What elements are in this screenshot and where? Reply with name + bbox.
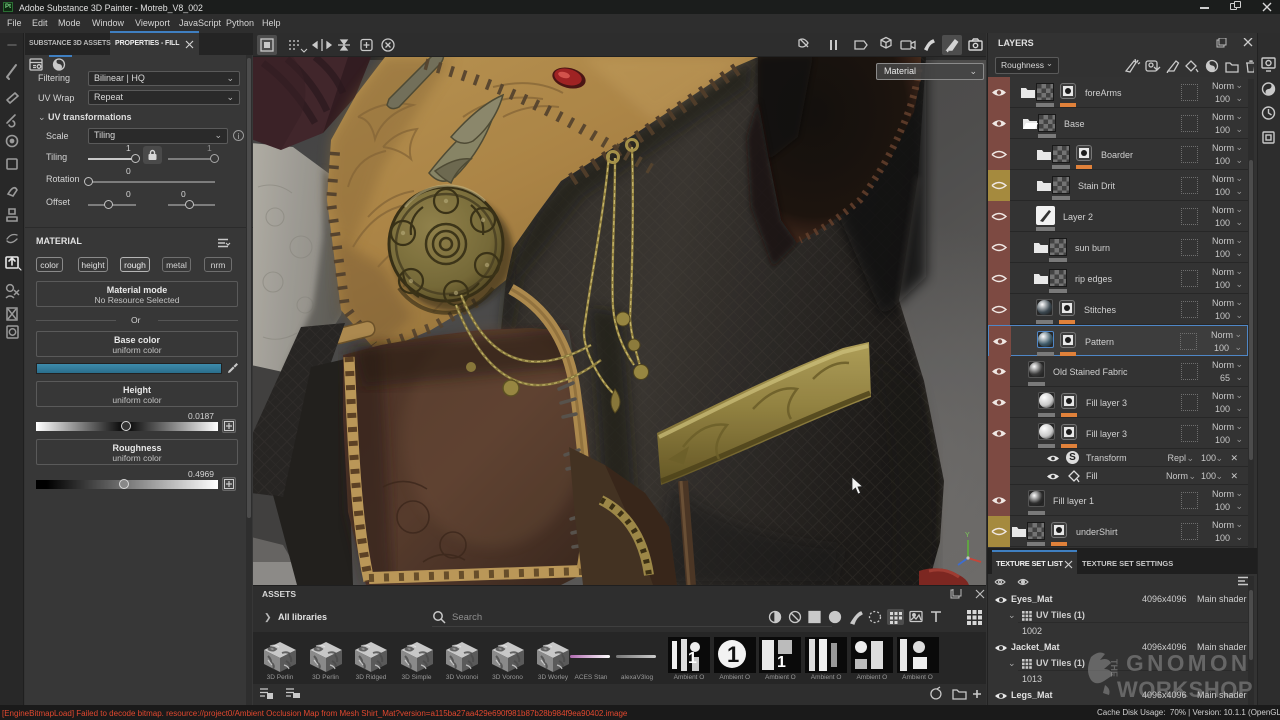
svg-text:WORKSHOP: WORKSHOP	[1117, 677, 1253, 702]
svg-text:1: 1	[688, 650, 697, 667]
svg-text:1: 1	[777, 654, 786, 671]
svg-text:GNOMON: GNOMON	[1126, 650, 1250, 676]
svg-text:1: 1	[727, 642, 739, 667]
svg-text:THE: THE	[1109, 659, 1119, 677]
